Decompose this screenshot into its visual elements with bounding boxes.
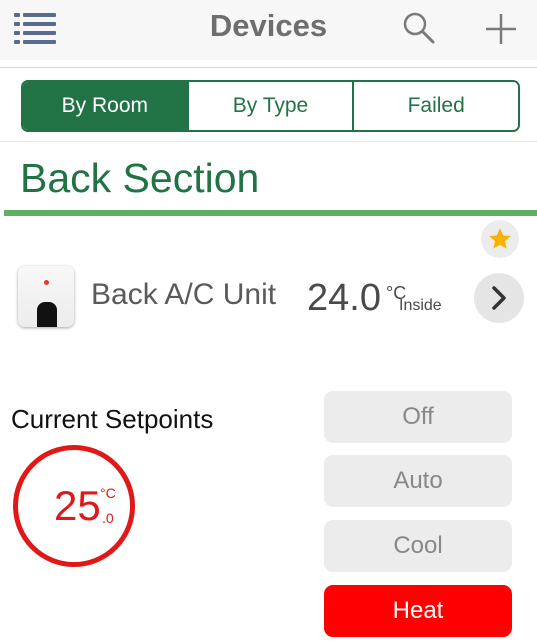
device-detail-button[interactable] xyxy=(474,273,524,323)
header-divider xyxy=(0,67,537,68)
favorite-button[interactable] xyxy=(481,220,519,258)
section-divider xyxy=(4,210,537,216)
setpoint-decimal: .0 xyxy=(102,510,114,526)
star-icon xyxy=(489,228,511,249)
tab-by-room[interactable]: By Room xyxy=(23,82,187,130)
tab-failed[interactable]: Failed xyxy=(352,82,518,130)
chevron-right-icon xyxy=(492,286,506,310)
device-temperature-label: Inside xyxy=(399,297,442,314)
menu-list-icon[interactable] xyxy=(14,12,56,46)
setpoint-unit: °C xyxy=(100,485,116,501)
setpoint-value: 25 xyxy=(54,482,101,529)
device-temperature: 24.0 xyxy=(307,277,381,319)
status-led xyxy=(44,280,49,285)
mode-auto-button[interactable]: Auto xyxy=(324,455,512,507)
page-title: Devices xyxy=(209,8,328,43)
search-icon[interactable] xyxy=(401,10,437,46)
mode-off-button[interactable]: Off xyxy=(324,391,512,443)
mode-cool-button[interactable]: Cool xyxy=(324,520,512,572)
filter-segmented-control: By Room By Type Failed xyxy=(21,80,520,132)
device-plug xyxy=(37,302,57,327)
plus-icon[interactable] xyxy=(484,12,518,46)
filter-divider xyxy=(0,141,537,142)
mode-heat-button[interactable]: Heat xyxy=(324,585,512,637)
section-title: Back Section xyxy=(20,155,260,201)
tab-by-type[interactable]: By Type xyxy=(186,82,353,130)
device-name[interactable]: Back A/C Unit xyxy=(91,278,276,312)
setpoint-dial[interactable]: 25 °C .0 xyxy=(13,445,135,567)
ac-controller-icon xyxy=(18,266,74,327)
top-bar: Devices xyxy=(0,0,537,60)
setpoints-title: Current Setpoints xyxy=(11,404,214,434)
